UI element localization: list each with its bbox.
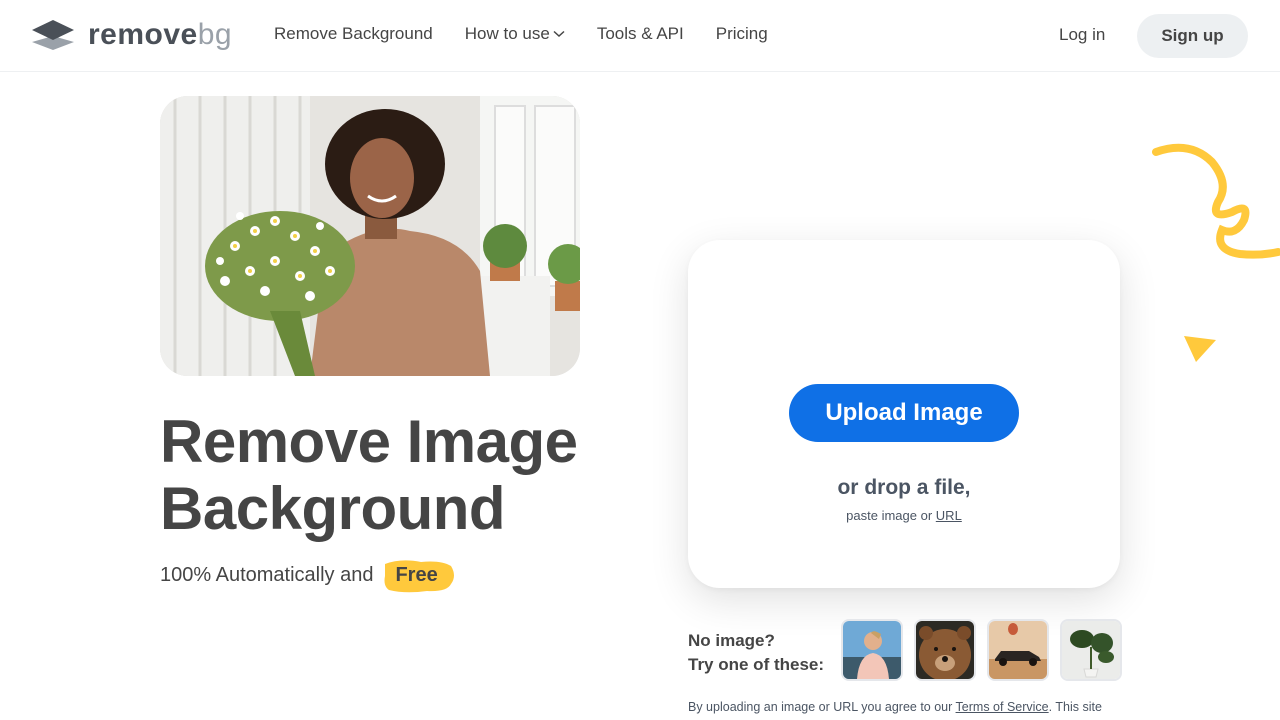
free-badge: Free [381, 560, 455, 593]
layers-logo-icon [32, 20, 74, 50]
chevron-down-icon [553, 30, 565, 38]
title-line-1: Remove Image [160, 408, 578, 475]
login-link[interactable]: Log in [1059, 25, 1105, 45]
sample-prompt: No image? Try one of these: [688, 631, 825, 674]
upload-dropzone-card[interactable]: Upload Image or drop a file, paste image… [688, 240, 1120, 588]
sample-image-plant[interactable] [1060, 619, 1122, 681]
sample-image-bear[interactable] [914, 619, 976, 681]
hero-subtitle: 100% Automatically and Free [160, 560, 455, 593]
nav-remove-background[interactable]: Remove Background [274, 24, 433, 44]
top-navbar: removebg Remove Background How to use To… [0, 0, 1280, 72]
yellow-squiggle-decoration [1152, 143, 1280, 259]
nav-tools-api[interactable]: Tools & API [597, 24, 684, 44]
yellow-triangle-decoration [1184, 336, 1216, 362]
signup-button[interactable]: Sign up [1137, 14, 1248, 58]
logo-wordmark: removebg [88, 18, 233, 51]
title-line-2: Background [160, 475, 506, 542]
subtitle-text: 100% Automatically and [160, 564, 374, 586]
terms-of-service-link[interactable]: Terms of Service [956, 700, 1049, 714]
page-title: Remove Image Background [160, 408, 578, 542]
sample-images [841, 619, 1122, 681]
sample-image-person[interactable] [841, 619, 903, 681]
upload-image-button[interactable]: Upload Image [789, 384, 1019, 442]
legal-notice: By uploading an image or URL you agree t… [688, 700, 1102, 714]
url-link[interactable]: URL [936, 508, 962, 523]
main-nav: Remove Background How to use Tools & API… [274, 24, 768, 44]
sample-image-car[interactable] [987, 619, 1049, 681]
paste-instructions: paste image or URL [846, 508, 962, 523]
hero-photo-woman-with-flowers [160, 96, 580, 376]
logo[interactable]: removebg [30, 18, 232, 52]
nav-how-to-use[interactable]: How to use [465, 24, 565, 44]
nav-pricing[interactable]: Pricing [716, 24, 768, 44]
drop-file-text: or drop a file, [837, 476, 971, 499]
